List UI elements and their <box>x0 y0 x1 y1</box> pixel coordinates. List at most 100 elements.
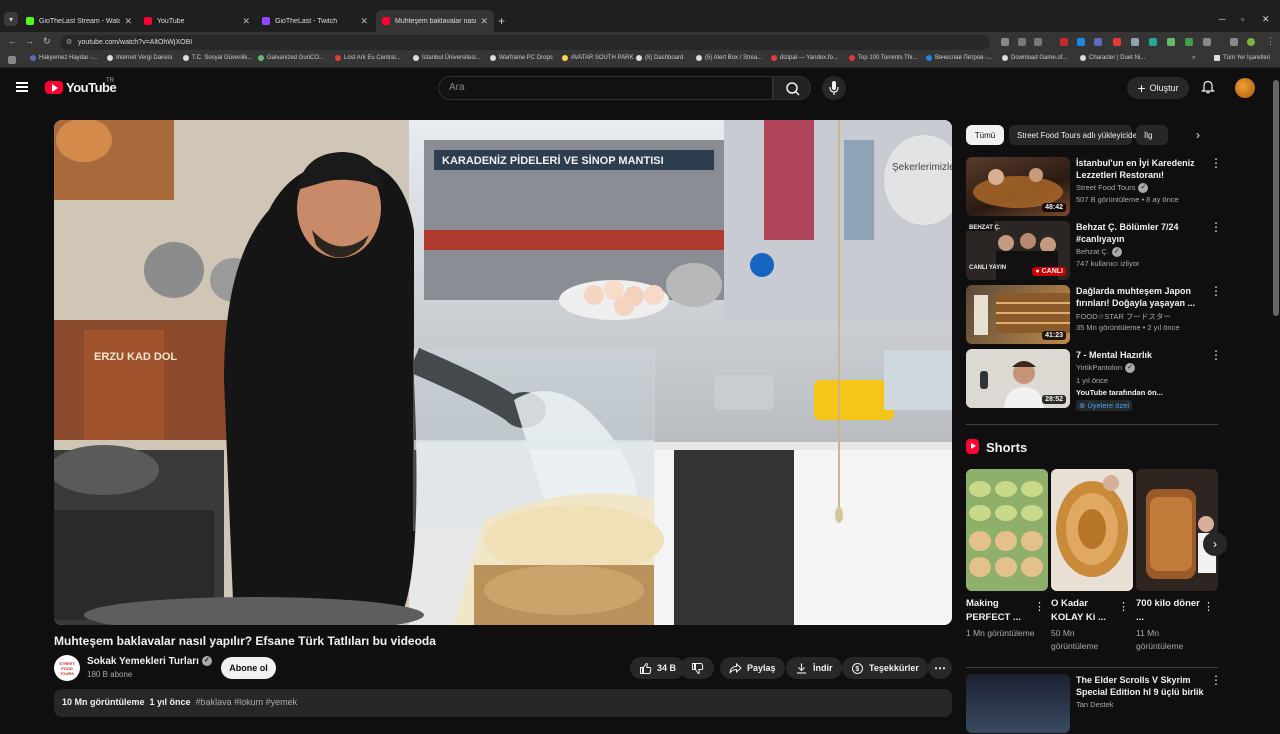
more-options-icon[interactable]: ⋮ <box>1210 674 1222 686</box>
like-button[interactable]: 34 B <box>630 657 686 679</box>
create-button[interactable]: + Oluştur <box>1127 77 1189 99</box>
extension-icon[interactable] <box>1077 38 1085 46</box>
short-thumbnail[interactable] <box>1136 469 1218 591</box>
hashtags[interactable]: #baklava #lokum #yemek <box>196 697 298 707</box>
extension-icon[interactable] <box>1167 38 1175 46</box>
browser-tab[interactable]: GioTheLast Stream - Watch Live✕ <box>20 10 138 32</box>
minimize-button[interactable]: ─ <box>1219 14 1225 24</box>
bookmark-item[interactable]: Top 100 Torrents Thi... <box>849 55 917 61</box>
extension-icon[interactable] <box>1149 38 1157 46</box>
close-tab-icon[interactable]: ✕ <box>480 16 488 27</box>
site-info-icon[interactable]: ⚙ <box>66 35 72 50</box>
close-window-button[interactable]: ✕ <box>1262 14 1270 25</box>
chip-all[interactable]: Tümü <box>966 125 1004 145</box>
forward-icon[interactable]: → <box>25 36 34 46</box>
url-field[interactable]: ⚙ youtube.com/watch?v=AltOhWjXOBI <box>60 35 990 50</box>
more-options-icon[interactable]: ⋮ <box>1210 349 1222 361</box>
profile-icon[interactable] <box>1247 38 1255 46</box>
page-scrollbar[interactable] <box>1273 80 1279 316</box>
extension-icon[interactable] <box>1185 38 1193 46</box>
bookmark-item[interactable]: Warframe PC Drops <box>490 55 553 61</box>
bookmark-item[interactable]: Вячеслав Петров -... <box>926 55 992 61</box>
more-options-icon[interactable]: ⋮ <box>1210 221 1222 233</box>
short-title[interactable]: O Kadar KOLAY Ki ... <box>1051 597 1121 625</box>
bookmark-item[interactable]: Galvanized GunCO... <box>258 55 324 61</box>
shorts-next-button[interactable]: › <box>1203 532 1227 556</box>
bookmark-item[interactable]: AVATAR SOUTH PARK <box>562 55 633 61</box>
extensions-puzzle-icon[interactable] <box>1203 38 1211 46</box>
install-app-icon[interactable] <box>1001 38 1009 46</box>
bookmark-item[interactable]: İstanbul Üniversitesi... <box>413 55 481 61</box>
bookmark-item[interactable]: (5) Alert Box / Strea... <box>696 55 762 61</box>
download-button[interactable]: İndir <box>786 657 842 679</box>
video-thumbnail[interactable]: 28:52 <box>966 349 1070 408</box>
bookmark-item[interactable]: Character | Duet Ni... <box>1080 55 1145 61</box>
recommended-video[interactable]: BEHZAT Ç. CANLI YAYIN ● CANLI Behzat Ç. B… <box>966 221 1222 281</box>
recommended-video[interactable]: The Elder Scrolls V Skyrim Special Editi… <box>966 674 1222 734</box>
short-title[interactable]: Making PERFECT ... <box>966 597 1036 625</box>
chip-related[interactable]: İlg <box>1136 125 1168 145</box>
zoom-icon[interactable] <box>1018 38 1026 46</box>
chip-from-uploader[interactable]: Street Food Tours adlı yükleyiciden <box>1009 125 1141 145</box>
video-thumbnail[interactable]: BEHZAT Ç. CANLI YAYIN ● CANLI <box>966 221 1070 280</box>
search-button[interactable] <box>773 76 811 100</box>
bookmark-star-icon[interactable] <box>1034 38 1042 46</box>
recommended-video[interactable]: 28:52 7 - Mental Hazırlık YirtikPantolon… <box>966 349 1222 413</box>
video-player[interactable]: KARADENİZ PİDELERİ VE SİNOP MANTISI Şeke… <box>54 120 952 625</box>
bookmark-item[interactable]: T.C. Sosyal Güvenlik... <box>183 55 252 61</box>
account-avatar[interactable] <box>1235 78 1255 98</box>
bookmark-item[interactable]: dizipal — Yandex.fo... <box>771 55 838 61</box>
dislike-button[interactable] <box>680 657 714 679</box>
notifications-bell-icon[interactable] <box>1201 80 1215 94</box>
menu-icon[interactable] <box>16 82 28 92</box>
more-options-icon[interactable]: ⋮ <box>1210 285 1222 297</box>
extension-icon[interactable] <box>1094 38 1102 46</box>
more-options-icon[interactable]: ⋮ <box>1118 600 1129 613</box>
thanks-button[interactable]: $ Teşekkürler <box>842 657 928 679</box>
more-options-icon[interactable]: ⋮ <box>1210 157 1222 169</box>
maximize-button[interactable]: ▫ <box>1241 14 1244 24</box>
reload-icon[interactable]: ↻ <box>43 36 51 47</box>
browser-menu-icon[interactable]: ⋮ <box>1266 36 1275 47</box>
bookmark-item[interactable]: (8) Dashboard <box>636 55 683 61</box>
more-options-icon[interactable]: ⋮ <box>1203 600 1214 613</box>
bookmark-item[interactable]: Hakyemez Haydar -... <box>30 55 97 61</box>
more-options-icon[interactable]: ⋮ <box>1034 600 1045 613</box>
browser-tab[interactable]: GioTheLast - Twitch ✕ <box>256 10 374 32</box>
channel-name[interactable]: Sokak Yemekleri Turları ✓ <box>87 656 212 667</box>
more-bookmarks-icon[interactable]: » <box>1192 55 1195 61</box>
chevron-right-icon[interactable]: › <box>1196 128 1200 142</box>
video-thumbnail[interactable]: 48:42 <box>966 157 1070 216</box>
short-title[interactable]: 700 kilo döner ... <box>1136 597 1206 625</box>
new-tab-button[interactable]: + <box>498 14 505 28</box>
browser-tab-active[interactable]: Muhteşem baklavalar nasıl ✕ <box>376 10 494 32</box>
back-icon[interactable]: ← <box>8 36 17 46</box>
video-thumbnail[interactable]: 41:23 <box>966 285 1070 344</box>
bookmark-item[interactable]: Lost Ark Eu Central... <box>335 55 401 61</box>
apps-icon[interactable] <box>8 56 16 64</box>
bookmark-item[interactable]: Internet Vergi Dairesi <box>107 55 172 61</box>
bookmark-item[interactable]: Download Game.of... <box>1002 55 1067 61</box>
extension-icon[interactable] <box>1060 38 1068 46</box>
voice-search-button[interactable] <box>822 76 846 100</box>
search-input[interactable]: Ara <box>438 76 773 100</box>
subscribe-button[interactable]: Abone ol <box>221 657 276 679</box>
youtube-logo-icon[interactable] <box>45 81 63 94</box>
reading-list-icon[interactable] <box>1230 38 1238 46</box>
channel-avatar[interactable]: STREET FOOD TOURS <box>54 655 80 681</box>
description-box[interactable]: 10 Mn görüntüleme 1 yıl önce #baklava #lok… <box>54 689 952 717</box>
short-thumbnail[interactable] <box>1051 469 1133 591</box>
recommended-video[interactable]: 48:42 İstanbul'un en İyi Karedeniz Lezze… <box>966 157 1222 217</box>
short-thumbnail[interactable] <box>966 469 1048 591</box>
close-tab-icon[interactable]: ✕ <box>124 16 132 27</box>
all-bookmarks-link[interactable]: Tüm Yer İşaretleri <box>1214 55 1270 61</box>
close-tab-icon[interactable]: ✕ <box>242 16 250 27</box>
tab-search-button[interactable]: ▾ <box>4 12 18 26</box>
recommended-video[interactable]: 41:23 Dağlarda muhteşem Japon fırınları!… <box>966 285 1222 345</box>
close-tab-icon[interactable]: ✕ <box>360 16 368 27</box>
more-actions-button[interactable]: ⋯ <box>928 657 952 679</box>
video-thumbnail[interactable] <box>966 674 1070 733</box>
extension-icon[interactable] <box>1131 38 1139 46</box>
browser-tab[interactable]: YouTube ✕ <box>138 10 256 32</box>
share-button[interactable]: Paylaş <box>720 657 785 679</box>
